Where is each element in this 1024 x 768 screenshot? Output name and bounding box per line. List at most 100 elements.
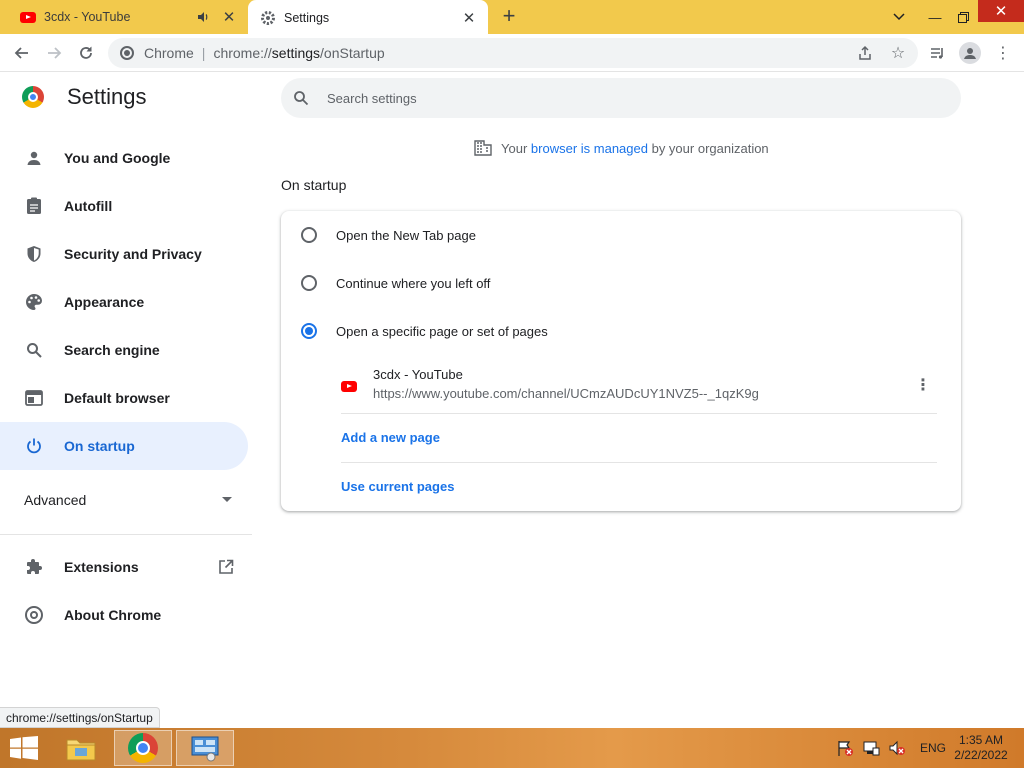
language-indicator[interactable]: ENG: [920, 741, 946, 755]
radio-specific-pages[interactable]: [301, 323, 317, 339]
omnibox-separator: |: [201, 45, 206, 61]
chevron-down-icon: [222, 492, 232, 508]
sidebar-item-label: You and Google: [64, 150, 171, 166]
status-bubble: chrome://settings/onStartup: [0, 707, 160, 728]
browser-icon: [24, 388, 44, 408]
palette-icon: [24, 292, 44, 312]
open-in-new-icon: [218, 559, 234, 575]
sidebar-item-label: Security and Privacy: [64, 246, 202, 262]
audio-icon[interactable]: [196, 10, 210, 24]
building-icon: [474, 140, 492, 156]
tab-search-icon[interactable]: [882, 0, 916, 34]
option-new-tab[interactable]: Open the New Tab page: [281, 211, 961, 259]
clock[interactable]: 1:35 AM 2/22/2022: [948, 733, 1014, 763]
sidebar-advanced[interactable]: Advanced: [24, 492, 232, 508]
sidebar-item-about-chrome[interactable]: About Chrome: [0, 591, 248, 639]
tab-title: 3cdx - YouTube: [44, 10, 131, 24]
sidebar-item-label: Autofill: [64, 198, 113, 214]
shield-icon: [24, 244, 44, 264]
volume-muted-icon[interactable]: [888, 739, 906, 757]
option-label: Open a specific page or set of pages: [336, 323, 548, 339]
option-label: Continue where you left off: [336, 275, 491, 291]
search-input[interactable]: [327, 90, 927, 106]
profile-avatar-icon[interactable]: [955, 38, 985, 68]
power-icon: [24, 436, 44, 456]
chrome-icon: [120, 46, 134, 60]
sidebar-item-on-startup[interactable]: On startup: [0, 422, 248, 470]
use-current-pages-link[interactable]: Use current pages: [341, 479, 454, 494]
control-panel-icon[interactable]: [176, 730, 234, 766]
sidebar-item-default-browser[interactable]: Default browser: [0, 374, 248, 422]
tab-youtube[interactable]: 3cdx - YouTube ✕: [8, 0, 248, 34]
chrome-icon: [24, 605, 44, 625]
bookmark-star-icon[interactable]: ☆: [883, 38, 913, 68]
divider: [341, 462, 937, 463]
clipboard-icon: [24, 196, 44, 216]
clock-date: 2/22/2022: [954, 748, 1008, 762]
gear-icon: [260, 10, 276, 26]
sidebar-item-label: About Chrome: [64, 607, 162, 623]
sidebar-item-label: On startup: [64, 438, 135, 454]
sidebar-item-label: Appearance: [64, 294, 145, 310]
toolbar: Chrome | chrome://settings/onStartup ☆ ⋮: [0, 34, 1024, 72]
chrome-logo-icon: [22, 86, 44, 108]
startup-card: Open the New Tab page Continue where you…: [281, 211, 961, 511]
clock-time: 1:35 AM: [958, 733, 1004, 747]
tab-settings[interactable]: Settings ✕: [248, 0, 488, 35]
settings-search[interactable]: [281, 78, 961, 118]
startup-page-name: 3cdx - YouTube: [373, 367, 463, 382]
sidebar-item-you-and-google[interactable]: You and Google: [0, 134, 248, 182]
sidebar-item-appearance[interactable]: Appearance: [0, 278, 248, 326]
file-explorer-icon[interactable]: [52, 730, 110, 766]
puzzle-icon: [24, 557, 44, 577]
more-vert-icon[interactable]: ⋮: [913, 373, 933, 397]
network-icon[interactable]: [862, 739, 880, 757]
windows-start-icon[interactable]: [10, 736, 38, 760]
person-icon: [24, 148, 44, 168]
managed-text: Your: [501, 140, 528, 156]
sidebar-item-label: Default browser: [64, 390, 170, 406]
url-scheme: chrome://: [213, 45, 272, 61]
sidebar-item-extensions[interactable]: Extensions: [0, 543, 248, 591]
system-tray: ENG: [836, 728, 946, 768]
startup-page-url: https://www.youtube.com/channel/UCmzAUDc…: [373, 386, 759, 401]
url-host: settings: [271, 45, 321, 61]
radio-new-tab[interactable]: [301, 227, 317, 243]
managed-link[interactable]: browser is managed: [531, 141, 648, 156]
action-center-flag-icon[interactable]: [836, 739, 854, 757]
radio-continue[interactable]: [301, 275, 317, 291]
url-text: chrome://settings/onStartup: [213, 45, 384, 61]
add-new-page-link[interactable]: Add a new page: [341, 430, 440, 445]
close-tab-icon[interactable]: ✕: [220, 8, 238, 26]
restore-button[interactable]: [946, 0, 980, 34]
option-continue[interactable]: Continue where you left off: [281, 259, 961, 307]
share-icon[interactable]: [850, 38, 880, 68]
youtube-icon: [341, 381, 357, 392]
new-tab-button[interactable]: +: [498, 5, 520, 28]
reload-icon[interactable]: [74, 41, 98, 65]
sidebar-advanced-label: Advanced: [24, 492, 87, 508]
close-window-button[interactable]: ✕: [978, 0, 1024, 22]
sidebar-item-label: Extensions: [64, 559, 139, 575]
site-info[interactable]: Chrome: [120, 45, 194, 61]
sidebar-item-security[interactable]: Security and Privacy: [0, 230, 248, 278]
sidebar-item-search-engine[interactable]: Search engine: [0, 326, 248, 374]
youtube-icon: [20, 11, 36, 23]
chrome-taskbar-icon[interactable]: [114, 730, 172, 766]
back-icon[interactable]: [10, 41, 34, 65]
forward-icon[interactable]: [42, 41, 66, 65]
tab-title: Settings: [284, 10, 330, 25]
option-specific-pages[interactable]: Open a specific page or set of pages: [281, 307, 961, 355]
menu-kebab-icon[interactable]: ⋮: [988, 38, 1018, 68]
sidebar-item-label: Search engine: [64, 342, 160, 358]
close-tab-icon[interactable]: ✕: [460, 9, 478, 27]
sidebar-item-autofill[interactable]: Autofill: [0, 182, 248, 230]
reading-list-icon[interactable]: [922, 38, 952, 68]
app-header: Settings: [22, 84, 147, 110]
address-bar[interactable]: Chrome | chrome://settings/onStartup: [108, 38, 918, 68]
taskbar: ENG 1:35 AM 2/22/2022: [0, 728, 1024, 768]
search-icon: [24, 340, 44, 360]
startup-page-entry: 3cdx - YouTube https://www.youtube.com/c…: [341, 363, 941, 411]
section-title: On startup: [281, 177, 347, 193]
divider: [341, 413, 937, 414]
